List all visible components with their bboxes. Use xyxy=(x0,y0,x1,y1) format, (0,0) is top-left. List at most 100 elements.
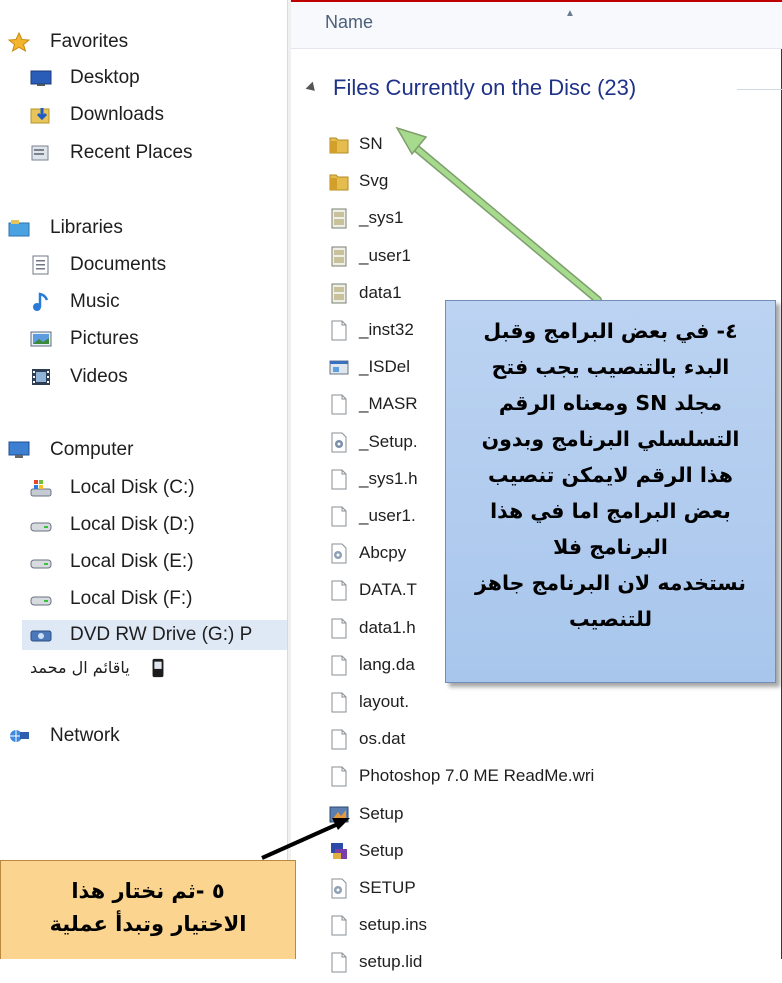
phone-icon xyxy=(152,658,164,678)
file-name: Svg xyxy=(359,171,389,191)
blank-file-icon xyxy=(329,766,349,787)
callout-line: ٥ -ثم نختار هذا xyxy=(71,879,225,903)
callout-serial-number-note: ٤- في بعض البرامج وقبل البدء بالتنصيب يجب… xyxy=(445,300,776,683)
computer-icon xyxy=(8,441,30,458)
settings-file-icon xyxy=(329,432,349,453)
nav-label: Pictures xyxy=(70,328,139,349)
desktop-icon xyxy=(30,70,52,86)
application-icon xyxy=(329,357,349,378)
column-name-label: Name xyxy=(325,12,374,32)
nav-label: Favorites xyxy=(50,31,129,52)
star-icon xyxy=(8,32,30,52)
file-name: Setup xyxy=(359,803,404,823)
group-title: Files Currently on the Disc (23) xyxy=(333,75,637,100)
drive-icon xyxy=(30,522,52,532)
config-file-icon xyxy=(329,543,349,564)
callout-line: ٤- في بعض البرامج وقبل xyxy=(483,319,738,343)
nav-network[interactable]: Network xyxy=(8,721,278,751)
callout-setup-step: ٥ -ثم نختار هذا الاختيار وتبدأ عملية xyxy=(0,860,296,959)
file-name: _inst32 xyxy=(359,320,414,339)
videos-icon xyxy=(32,369,50,385)
system-drive-icon xyxy=(30,480,52,497)
nav-label: Downloads xyxy=(70,104,164,125)
nav-favorites[interactable]: Favorites xyxy=(8,27,278,57)
libraries-icon xyxy=(8,220,30,237)
blank-file-icon xyxy=(329,618,349,639)
nav-label: Videos xyxy=(70,366,128,387)
blank-file-icon xyxy=(329,952,349,973)
file-name: Abcpy xyxy=(359,543,407,563)
nav-libraries[interactable]: Libraries xyxy=(8,213,278,243)
nav-local-disk-f[interactable]: Local Disk (F:) xyxy=(30,584,280,614)
group-header[interactable]: Files Currently on the Disc (23) xyxy=(333,70,636,106)
blank-file-icon xyxy=(329,915,349,936)
music-icon xyxy=(33,292,49,311)
nav-label: ياقائم ال محمد xyxy=(30,658,130,677)
installer-icon xyxy=(329,841,349,862)
nav-local-disk-d[interactable]: Local Disk (D:) xyxy=(30,510,280,540)
nav-label: Computer xyxy=(50,439,134,460)
file-name: layout. xyxy=(359,692,410,711)
nav-desktop[interactable]: Desktop xyxy=(30,63,280,93)
folder-icon xyxy=(329,171,349,192)
nav-label: Libraries xyxy=(50,217,123,238)
callout-line: البرنامج فلا xyxy=(553,535,668,559)
nav-label: DVD RW Drive (G:) P xyxy=(70,624,253,645)
callout-line: للتنصيب xyxy=(568,607,653,631)
blank-file-icon xyxy=(329,655,349,676)
recent-places-icon xyxy=(31,145,49,161)
nav-label: Local Disk (E:) xyxy=(70,551,194,572)
nav-local-disk-c[interactable]: Local Disk (C:) xyxy=(30,473,280,503)
callout-line: الاختيار وتبدأ عملية xyxy=(49,912,247,936)
file-name: lang.da xyxy=(359,654,415,674)
blank-file-icon xyxy=(329,394,349,415)
cab-file-icon xyxy=(329,246,349,267)
file-name: _sys1.h xyxy=(359,468,418,488)
column-header-name[interactable]: ▲ Name xyxy=(291,2,782,49)
group-divider xyxy=(737,89,782,90)
callout-line: التسلسلي البرنامج وبدون xyxy=(481,427,740,451)
folder-icon xyxy=(329,134,349,155)
config-file-icon xyxy=(329,878,349,899)
file-name: os.dat xyxy=(359,729,406,749)
file-name: _ISDel xyxy=(359,357,411,377)
nav-videos[interactable]: Videos xyxy=(30,362,280,392)
file-name: _sys1 xyxy=(359,208,404,228)
downloads-icon xyxy=(30,108,50,124)
nav-computer[interactable]: Computer xyxy=(8,435,278,465)
nav-label: Network xyxy=(50,725,120,746)
file-name: setup.lid xyxy=(359,952,423,972)
file-name: Photoshop 7.0 ME ReadMe.wri xyxy=(359,766,595,786)
drive-icon xyxy=(30,559,52,569)
photoshop-setup-icon xyxy=(329,804,349,825)
nav-label: Documents xyxy=(70,254,167,275)
dvd-drive-icon xyxy=(30,630,52,642)
pictures-icon xyxy=(30,331,52,347)
drive-icon xyxy=(30,596,52,606)
nav-label: Music xyxy=(70,291,120,312)
callout-line: البدء بالتنصيب يجب فتح xyxy=(491,355,730,379)
callout-line: بعض البرامج اما في هذا xyxy=(490,499,731,523)
file-name: data1 xyxy=(359,282,402,302)
blank-file-icon xyxy=(329,729,349,750)
nav-local-disk-e[interactable]: Local Disk (E:) xyxy=(30,547,280,577)
nav-music[interactable]: Music xyxy=(30,287,280,317)
sort-ascending-icon: ▲ xyxy=(565,8,575,19)
nav-pictures[interactable]: Pictures xyxy=(30,324,280,354)
nav-documents[interactable]: Documents xyxy=(30,250,280,280)
blank-file-icon xyxy=(329,692,349,713)
file-name: _Setup. xyxy=(359,431,418,451)
navigation-pane: Favorites Desktop Downloads Recent Place… xyxy=(0,0,287,959)
collapse-group-icon[interactable] xyxy=(305,81,319,95)
file-name: DATA.T xyxy=(359,580,417,600)
nav-label: Local Disk (F:) xyxy=(70,588,193,609)
nav-dvd-drive[interactable]: DVD RW Drive (G:) P xyxy=(22,620,287,650)
nav-recent-places[interactable]: Recent Places xyxy=(30,138,280,168)
documents-icon xyxy=(32,255,49,275)
nav-phone[interactable]: ياقائم ال محمد xyxy=(30,653,280,683)
file-name: SETUP xyxy=(359,878,416,897)
nav-downloads[interactable]: Downloads xyxy=(30,100,280,130)
blank-file-icon xyxy=(329,469,349,490)
file-name: _MASR xyxy=(359,394,418,414)
callout-line: مجلد SN ومعناه الرقم xyxy=(498,391,723,415)
